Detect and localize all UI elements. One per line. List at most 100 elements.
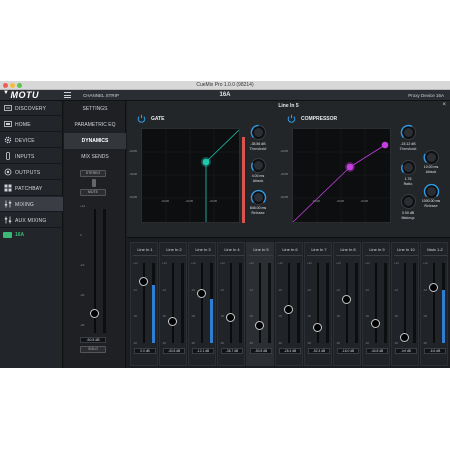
channel-value[interactable]: -16.0 dB (337, 348, 359, 354)
stereo-button[interactable]: STEREO (80, 170, 106, 177)
mixer-channel-strip[interactable]: Line In 3 +12 -10 -30 -60 -12.1 dB (188, 242, 216, 366)
gate-x-tick: -20dB (209, 199, 218, 203)
compressor-attack-knob[interactable] (423, 149, 440, 166)
gate-threshold-value[interactable]: -35.56 dB (247, 142, 269, 146)
sidebar-item-inputs[interactable]: INPUTS (0, 149, 63, 164)
mixer-channel-strip[interactable]: Line In 2 +12 -10 -30 -60 -40.8 dB (159, 242, 187, 366)
menu-item-dynamics[interactable]: DYNAMICS (64, 133, 126, 149)
mixer-channel-strip[interactable]: Line In 5 +12 -10 -30 -60 -50.8 dB (246, 242, 274, 366)
fader-handle[interactable] (90, 309, 99, 318)
channel-fader-track[interactable] (433, 263, 435, 343)
mixer-channel-strip[interactable]: Main 1-2 +12 -10 -30 -60 -6.6 dB (420, 242, 448, 366)
mixer-channel-strip[interactable]: Line In 9 +12 -10 -30 -60 -44.8 dB (362, 242, 390, 366)
channel-fader-handle[interactable] (313, 323, 322, 332)
channel-fader-track[interactable] (172, 263, 174, 343)
mixer-channel-strip[interactable]: Line In 7 +12 -10 -30 -60 -52.4 dB (304, 242, 332, 366)
compressor-threshold-value[interactable]: -15.12 dB (397, 142, 419, 146)
channel-name[interactable]: Line In 6 (276, 247, 304, 252)
channel-fader-track[interactable] (230, 263, 232, 343)
channel-fader-track[interactable] (288, 263, 290, 343)
channel-level-meter (181, 263, 184, 343)
solo-button[interactable]: SOLO (80, 346, 106, 353)
compressor-power-icon[interactable] (287, 114, 296, 123)
channel-name[interactable]: Line In 9 (363, 247, 391, 252)
channel-meter-fill (210, 299, 213, 343)
channel-value[interactable]: -26.4 dB (279, 348, 301, 354)
mixer-channel-strip[interactable]: Line In 6 +12 -10 -30 -60 -26.4 dB (275, 242, 303, 366)
sidebar-item-home[interactable]: HOME (0, 117, 63, 132)
channel-fader-handle[interactable] (400, 333, 409, 342)
compressor-ratio-value[interactable]: 1.76 (397, 177, 419, 181)
channel-value[interactable]: -6.6 dB (424, 348, 446, 354)
sidebar-item-aux-mixing[interactable]: AUX MIXING (0, 213, 63, 228)
compressor-graph[interactable] (292, 128, 391, 223)
channel-name[interactable]: Line In 4 (218, 247, 246, 252)
channel-value[interactable]: -50.8 dB (250, 348, 272, 354)
channel-name[interactable]: Line In 7 (305, 247, 333, 252)
mixer-channel-strip[interactable]: Line In 10 +12 -10 -30 -60 -inf dB (391, 242, 419, 366)
channel-value[interactable]: -52.4 dB (308, 348, 330, 354)
sidebar-item-patchbay[interactable]: PATCHBAY (0, 181, 63, 196)
gate-threshold-knob[interactable] (250, 124, 267, 141)
channel-fader-track[interactable] (404, 263, 406, 343)
channel-fader-handle[interactable] (226, 313, 235, 322)
channel-fader-handle[interactable] (342, 295, 351, 304)
gate-power-icon[interactable] (137, 114, 146, 123)
channel-name[interactable]: Main 1-2 (421, 247, 449, 252)
sidebar-item-label: INPUTS (15, 154, 35, 160)
gate-attack-value[interactable]: 4.00 ms (247, 174, 269, 178)
compressor-attack-value[interactable]: 10.00 ms (420, 165, 442, 169)
channel-fader-handle[interactable] (371, 319, 380, 328)
menu-item-settings[interactable]: SETTINGS (64, 101, 126, 117)
compressor-release-value[interactable]: 1000.00 ms (420, 199, 442, 203)
close-icon[interactable]: × (442, 102, 446, 108)
gate-release-knob[interactable] (250, 189, 267, 206)
sidebar-item-discovery[interactable]: DISCOVERY (0, 101, 63, 116)
channel-value[interactable]: -inf dB (395, 348, 417, 354)
gate-graph[interactable] (141, 128, 240, 223)
channel-value[interactable]: -12.1 dB (192, 348, 214, 354)
gate-release-value[interactable]: 846.00 ms (247, 206, 269, 210)
fader-value[interactable]: -50.8 dB (80, 337, 106, 343)
channel-name[interactable]: Line In 1 (131, 247, 159, 252)
channel-fader-track[interactable] (201, 263, 203, 343)
channel-fader-handle[interactable] (429, 283, 438, 292)
menu-item-mix-sends[interactable]: MIX SENDS (64, 149, 126, 165)
channel-fader-handle[interactable] (284, 305, 293, 314)
compressor-makeup-value[interactable]: 0.00 dB (397, 211, 419, 215)
channel-value[interactable]: -36.7 dB (221, 348, 243, 354)
compressor-release-knob[interactable] (423, 183, 440, 200)
channel-name[interactable]: Line In 8 (334, 247, 362, 252)
channel-name[interactable]: Line In 5 (247, 247, 275, 252)
sidebar-item-label: PATCHBAY (15, 186, 43, 192)
compressor-threshold-knob[interactable] (400, 124, 417, 141)
mixer-channel-strip[interactable]: Line In 8 +12 -10 -30 -60 -16.0 dB (333, 242, 361, 366)
channel-fader-track[interactable] (375, 263, 377, 343)
channel-fader-handle[interactable] (168, 317, 177, 326)
channel-fader-handle[interactable] (255, 321, 264, 330)
channel-name[interactable]: Line In 3 (189, 247, 217, 252)
channel-fader-track[interactable] (143, 263, 145, 343)
gate-title: GATE (151, 116, 165, 122)
channel-fader-handle[interactable] (197, 289, 206, 298)
channel-scale-label: -30 (307, 314, 312, 319)
sidebar-item-mixing[interactable]: MIXING (0, 197, 63, 212)
channel-value[interactable]: -40.8 dB (163, 348, 185, 354)
menu-item-parametric-eq[interactable]: PARAMETRIC EQ (64, 117, 126, 133)
sidebar-item-device[interactable]: DEVICE (0, 133, 63, 148)
sidebar-item-outputs[interactable]: OUTPUTS (0, 165, 63, 180)
compressor-makeup-knob[interactable] (400, 193, 417, 210)
channel-name[interactable]: Line In 10 (392, 247, 420, 252)
mixer-channel-strip[interactable]: Line In 4 +12 -10 -30 -60 -36.7 dB (217, 242, 245, 366)
mixer-channel-strip[interactable]: Line In 1 +12 -10 -30 -60 0.0 dB (130, 242, 158, 366)
sidebar-device-16a[interactable]: 16A (0, 229, 63, 241)
stereo-toggle[interactable] (92, 179, 96, 187)
channel-value[interactable]: -44.8 dB (366, 348, 388, 354)
gate-attack-knob[interactable] (250, 157, 267, 174)
mute-button[interactable]: MUTE (80, 189, 106, 196)
compressor-ratio-knob[interactable] (400, 159, 417, 176)
channel-fader-handle[interactable] (139, 277, 148, 286)
channel-value[interactable]: 0.0 dB (134, 348, 156, 354)
channel-fader-track[interactable] (259, 263, 261, 343)
channel-name[interactable]: Line In 2 (160, 247, 188, 252)
